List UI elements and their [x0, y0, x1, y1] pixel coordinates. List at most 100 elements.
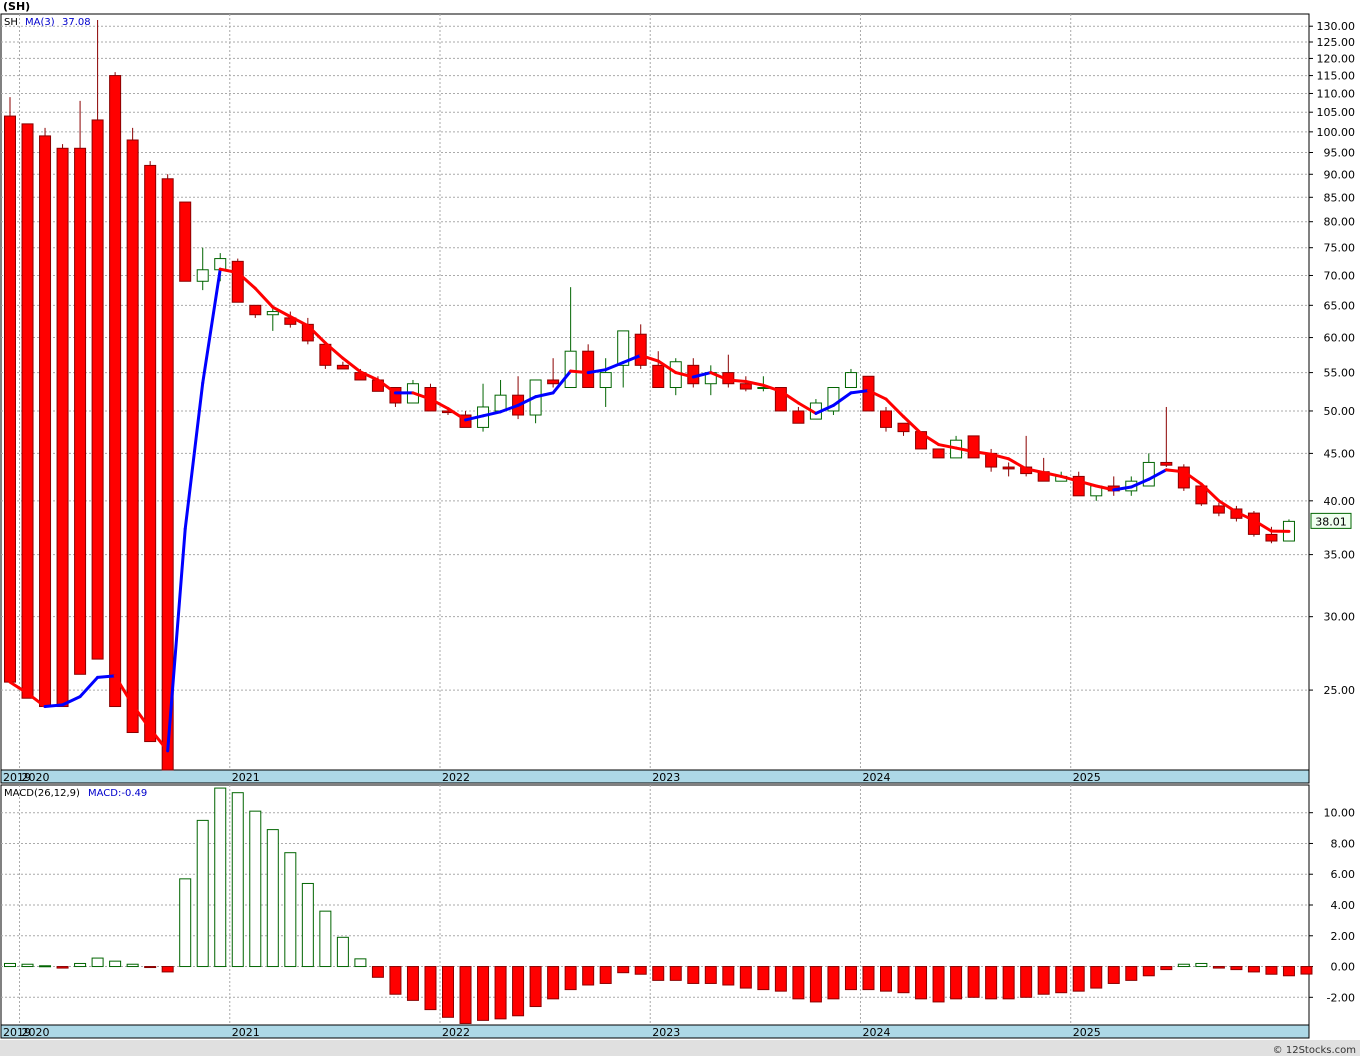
price-y-label: 75.00	[1324, 242, 1356, 255]
macd-x-label: 2021	[232, 1026, 260, 1039]
candle-body	[196, 269, 209, 282]
macd-bar	[617, 966, 630, 974]
macd-bar	[967, 966, 980, 998]
candle-body	[1002, 466, 1015, 470]
macd-bar	[915, 966, 928, 1000]
price-y-label: 30.00	[1324, 611, 1356, 624]
macd-bar	[319, 910, 332, 968]
candle-body	[4, 115, 16, 683]
price-y-label: 85.00	[1324, 191, 1356, 204]
macd-bar	[950, 966, 963, 1000]
macd-bar	[56, 966, 69, 969]
ma-line-segment	[96, 674, 117, 679]
macd-bar	[91, 957, 104, 968]
price-y-label: 105.00	[1317, 106, 1356, 119]
macd-bar	[1037, 966, 1050, 995]
macd-bar	[266, 829, 279, 968]
macd-bar	[757, 966, 770, 991]
macd-bar	[459, 966, 472, 1024]
macd-x-label: 2024	[862, 1026, 890, 1039]
macd-bar	[827, 966, 840, 1000]
price-x-label: 2024	[862, 771, 890, 784]
candle-body	[336, 364, 349, 370]
macd-bar	[704, 966, 717, 984]
macd-bar	[1195, 962, 1208, 968]
candle-body	[1265, 533, 1278, 542]
macd-bar	[634, 966, 647, 975]
candle-body	[231, 260, 244, 303]
price-y-label: 40.00	[1324, 495, 1356, 508]
price-y-label: 55.00	[1324, 367, 1356, 380]
macd-bar	[109, 960, 122, 968]
ma-value: 37.08	[62, 17, 91, 28]
macd-bar	[231, 792, 244, 968]
price-y-label: 125.00	[1317, 36, 1356, 49]
price-y-label: 60.00	[1324, 332, 1356, 345]
macd-bar	[424, 966, 437, 1011]
macd-bar	[336, 936, 349, 968]
ma-line-segment	[726, 378, 748, 383]
macd-bar	[161, 966, 174, 973]
stock-chart: 2019201920202020202120212022202220232023…	[0, 13, 1360, 1056]
macd-bar	[739, 966, 752, 989]
footer-band	[0, 1040, 1360, 1056]
macd-bar	[564, 966, 577, 991]
candle-body	[564, 350, 577, 389]
macd-x-label: 2023	[652, 1026, 680, 1039]
macd-bar	[371, 966, 384, 978]
macd-y-label: -2.00	[1327, 991, 1355, 1004]
macd-bar	[844, 966, 857, 991]
macd-bar	[1020, 966, 1033, 998]
price-x-label: 2025	[1073, 771, 1101, 784]
macd-bar	[1002, 966, 1015, 1000]
candle-body	[109, 75, 122, 708]
macd-bar	[74, 962, 87, 968]
macd-bar	[494, 966, 507, 1020]
candle-body	[179, 201, 192, 282]
macd-bar	[1072, 966, 1085, 992]
macd-bar	[442, 966, 454, 1018]
macd-x-label: 2020	[22, 1026, 50, 1039]
candle-body	[792, 410, 805, 424]
macd-x-label: 2025	[1073, 1026, 1101, 1039]
price-y-label: 130.00	[1317, 20, 1356, 33]
macd-bar	[4, 962, 16, 968]
macd-bar	[249, 810, 262, 968]
candle-body	[599, 372, 612, 389]
macd-bar	[477, 966, 490, 1021]
price-plot-frame	[0, 13, 1310, 771]
price-x-label: 2022	[442, 771, 470, 784]
price-y-label: 110.00	[1317, 87, 1356, 100]
candle-body	[880, 410, 892, 428]
macd-bar	[862, 966, 875, 991]
macd-bar	[1212, 966, 1225, 969]
candle-body	[91, 119, 104, 660]
macd-bar	[897, 966, 910, 994]
price-x-label: 2021	[232, 771, 260, 784]
macd-bar	[21, 963, 34, 968]
candle-body	[266, 311, 279, 316]
macd-bar	[406, 966, 419, 1001]
price-y-label: 45.00	[1324, 447, 1356, 460]
candle-body	[39, 135, 52, 708]
macd-bar	[1247, 966, 1260, 973]
macd-bar	[1125, 966, 1138, 981]
candle-body	[967, 435, 980, 459]
last-price-label: 38.01	[1315, 515, 1347, 528]
macd-bar	[774, 966, 787, 992]
price-x-label: 2023	[652, 771, 680, 784]
price-y-label: 70.00	[1324, 269, 1356, 282]
macd-bar	[512, 966, 525, 1017]
macd-y-label: 6.00	[1331, 868, 1356, 881]
macd-bar	[1177, 963, 1190, 968]
macd-bar	[932, 966, 945, 1003]
macd-bar	[792, 966, 805, 1000]
macd-bar	[652, 966, 665, 981]
macd-bar	[599, 966, 612, 984]
ma-label: MA(3)	[25, 17, 55, 28]
symbol-label: SH	[4, 17, 18, 28]
candle-body	[634, 333, 647, 366]
macd-bar	[1107, 966, 1120, 984]
candle-body	[739, 383, 752, 390]
macd-bar	[582, 966, 595, 986]
